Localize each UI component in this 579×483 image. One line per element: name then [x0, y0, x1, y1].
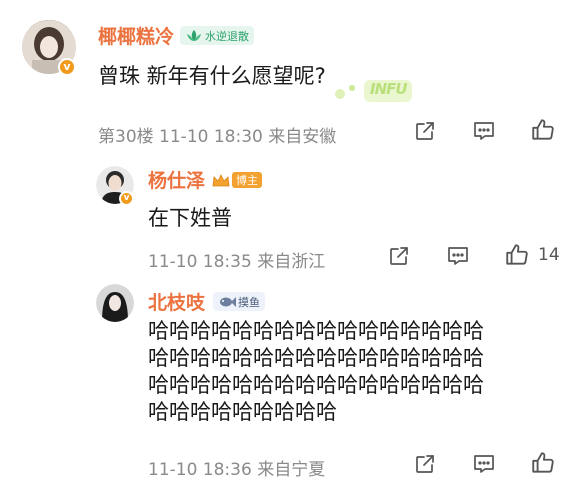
reply-meta: 11-10 18:35 来自浙江 — [148, 247, 325, 272]
share-button[interactable] — [413, 452, 437, 476]
location: 来自宁夏 — [257, 460, 326, 480]
fan-badge[interactable]: 水逆退散 — [180, 26, 255, 45]
comment-meta: 第30楼 11-10 18:30 来自安徽 — [98, 122, 336, 147]
comment-icon — [448, 247, 468, 265]
reply-text-line: 哈哈哈哈哈哈哈哈哈哈哈哈哈哈哈哈 — [148, 373, 484, 397]
badge-label: 摸鱼 — [238, 295, 261, 309]
share-icon — [390, 247, 408, 265]
verified-icon: v — [58, 58, 76, 76]
comment-icon — [474, 455, 494, 473]
reply-text-line: 哈哈哈哈哈哈哈哈哈哈哈哈哈哈哈哈 — [148, 319, 484, 343]
reply-meta: 11-10 18:36 来自宁夏 — [148, 455, 325, 480]
location: 来自安徽 — [268, 127, 337, 147]
thumbs-up-icon — [532, 119, 554, 140]
location: 来自浙江 — [257, 252, 326, 272]
badge-label: 博主 — [232, 171, 263, 188]
floor-number: 第30楼 — [98, 127, 154, 147]
comment-icon — [474, 122, 494, 140]
badge-label: 水逆退散 — [205, 29, 250, 43]
share-icon — [416, 455, 434, 473]
username[interactable]: 杨仕泽 — [148, 166, 205, 193]
fish-badge[interactable]: 摸鱼 — [213, 292, 266, 311]
thumbs-up-icon — [506, 244, 528, 265]
decoration-watermark: INFU — [330, 74, 414, 104]
blogger-badge: 博主 — [211, 171, 263, 188]
username[interactable]: 北枝吱 — [148, 288, 205, 315]
like-count: 14 — [538, 245, 560, 265]
comment-text: 曾珠 新年有什么愿望呢? — [98, 64, 326, 88]
like-button[interactable] — [530, 117, 556, 143]
reply2-header: 北枝吱 摸鱼 — [148, 288, 266, 315]
comment1-header: 椰椰糕冷 水逆退散 — [98, 22, 255, 49]
lotus-icon — [187, 29, 202, 41]
like-button[interactable]: 14 — [504, 242, 560, 268]
avatar-image — [96, 284, 134, 322]
watermark-text: INFU — [370, 80, 408, 98]
reply-text-line: 哈哈哈哈哈哈哈哈哈 — [148, 400, 337, 424]
verified-icon: v — [119, 191, 134, 206]
reply-text-line: 哈哈哈哈哈哈哈哈哈哈哈哈哈哈哈哈 — [148, 346, 484, 370]
share-button[interactable] — [387, 244, 411, 268]
reply-text: 在下姓普 — [148, 206, 232, 230]
reply1-header: 杨仕泽 博主 — [148, 166, 263, 193]
timestamp: 11-10 18:30 — [159, 127, 263, 147]
timestamp: 11-10 18:36 — [148, 460, 252, 480]
share-button[interactable] — [413, 119, 437, 143]
share-icon — [416, 122, 434, 140]
thumbs-up-icon — [532, 452, 554, 473]
like-button[interactable] — [530, 450, 556, 476]
timestamp: 11-10 18:35 — [148, 252, 252, 272]
comment-button[interactable] — [446, 244, 470, 268]
comment-button[interactable] — [472, 452, 496, 476]
fish-icon — [220, 296, 237, 307]
comment-button[interactable] — [472, 119, 496, 143]
crown-icon — [212, 173, 230, 186]
username[interactable]: 椰椰糕冷 — [98, 22, 174, 49]
avatar[interactable] — [96, 284, 134, 322]
reply-text: 哈哈哈哈哈哈哈哈哈哈哈哈哈哈哈哈 哈哈哈哈哈哈哈哈哈哈哈哈哈哈哈哈 哈哈哈哈哈哈… — [148, 318, 484, 426]
